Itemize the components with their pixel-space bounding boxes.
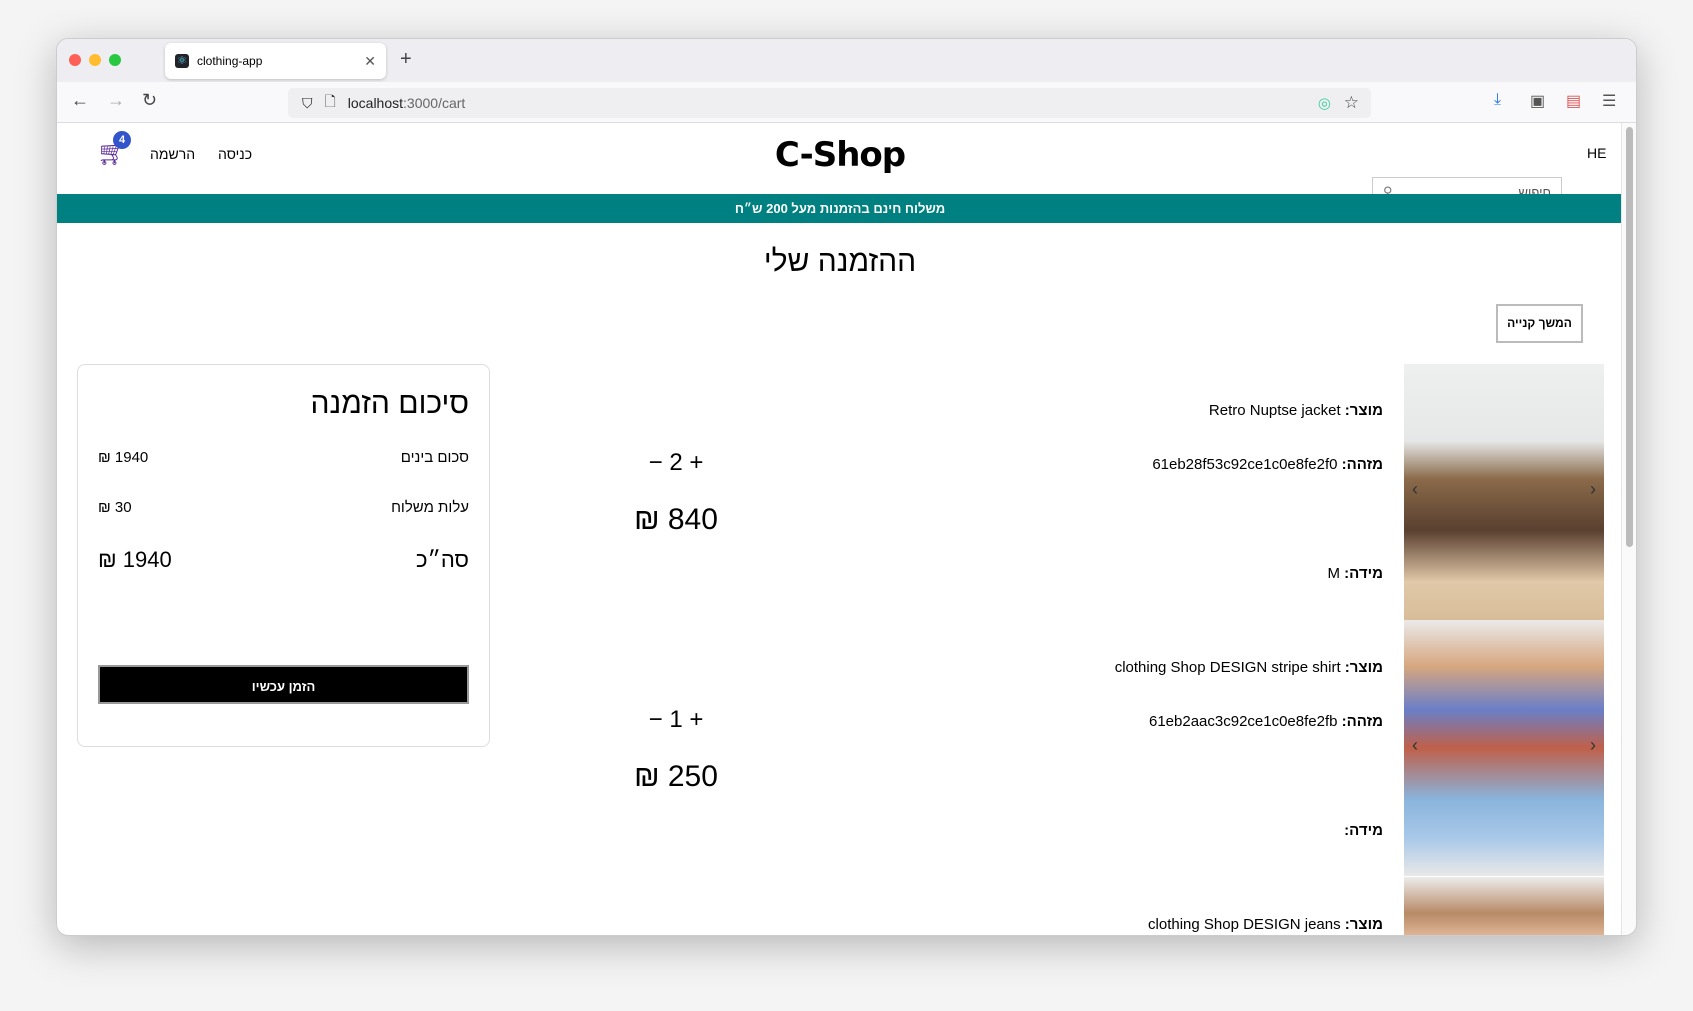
total-label: סה״כ — [416, 547, 469, 572]
total-row: סה״כ 1940 ₪ — [98, 547, 469, 573]
bookmark-star-icon[interactable]: ☆ — [1344, 93, 1359, 113]
url-host: localhost — [347, 95, 404, 111]
menu-icon[interactable]: ☰ — [1602, 91, 1616, 111]
maximize-window-button[interactable] — [109, 54, 121, 66]
chevron-right-icon[interactable]: › — [1590, 479, 1596, 500]
order-summary-card: סיכום הזמנה סכום בינים 1940 ₪ עלות משלוח 3… — [77, 364, 490, 747]
react-icon: ⚛ — [175, 54, 189, 68]
increase-button[interactable]: + — [689, 706, 703, 733]
product-name: מוצר: clothing Shop DESIGN jeans — [1148, 916, 1383, 933]
site-logo[interactable]: C-Shop — [57, 135, 1623, 175]
subtotal-label: סכום בינים — [400, 449, 469, 466]
minimize-window-button[interactable] — [89, 54, 101, 66]
subtotal-row: סכום בינים 1940 ₪ — [98, 449, 469, 466]
product-id-value: 61eb28f53c92ce1c0e8fe2f0 — [1152, 456, 1338, 473]
close-tab-icon[interactable]: ✕ — [364, 53, 376, 70]
product-size: מידה: M — [1327, 565, 1383, 582]
page-icon: 🗋 — [324, 93, 336, 109]
product-name: מוצר: clothing Shop DESIGN stripe shirt — [1115, 659, 1383, 676]
url-path: :3000/cart — [403, 95, 466, 111]
quantity-value: 1 — [669, 706, 683, 733]
id-label: מזהה: — [1341, 713, 1383, 730]
continue-shopping-button[interactable]: המשך קנייה — [1496, 304, 1583, 343]
new-tab-button[interactable]: + — [400, 48, 412, 71]
quantity-value: 2 — [669, 449, 683, 476]
product-size-value: M — [1327, 565, 1340, 582]
product-image-carousel[interactable]: ‹ › — [1404, 620, 1604, 876]
chevron-left-icon[interactable]: ‹ — [1412, 735, 1418, 756]
tab-bar: ⚛ clothing-app ✕ + — [57, 39, 1636, 82]
address-bar[interactable]: ⛉ 🗋 localhost:3000/cart ◎ ☆ — [288, 88, 1371, 118]
id-label: מזהה: — [1341, 456, 1383, 473]
product-label: מוצר: — [1344, 916, 1383, 933]
quantity-stepper: − 2 + — [617, 449, 735, 477]
quantity-stepper: − 1 + — [617, 706, 735, 734]
browser-tab[interactable]: ⚛ clothing-app ✕ — [165, 43, 386, 79]
subtotal-value: 1940 ₪ — [98, 449, 149, 466]
browser-window: ⚛ clothing-app ✕ + ← → ↻ ⛉ 🗋 localhost:3… — [56, 38, 1637, 936]
product-label: מוצר: — [1344, 659, 1383, 676]
chevron-left-icon[interactable]: ‹ — [1412, 479, 1418, 500]
total-value: 1940 ₪ — [98, 547, 172, 572]
forward-icon[interactable]: → — [107, 90, 125, 111]
page-content: 🛒︎ 4 הרשמה כניסה C-Shop חיפוש ⚲ HE משלוח… — [57, 123, 1623, 935]
product-name-value: Retro Nuptse jacket — [1208, 402, 1341, 419]
shield-icon: ⛉ — [302, 94, 313, 111]
product-size: מידה: — [1344, 822, 1383, 839]
extension-icon[interactable]: ◎ — [1318, 94, 1331, 112]
product-name: מוצר: Retro Nuptse jacket — [1209, 402, 1383, 419]
item-price: 840 ₪ — [634, 503, 718, 536]
shipping-label: עלות משלוח — [391, 499, 469, 516]
page-title: ההזמנה שלי — [763, 245, 917, 278]
scrollbar-thumb[interactable] — [1626, 127, 1633, 547]
product-id: מזהה: 61eb28f53c92ce1c0e8fe2f0 — [1152, 456, 1383, 473]
item-price: 250 ₪ — [634, 760, 718, 793]
product-id: מזהה: 61eb2aac3c92ce1c0e8fe2fb — [1149, 713, 1383, 730]
scrollbar[interactable] — [1621, 123, 1636, 935]
order-now-button[interactable]: הזמן עכשיו — [98, 665, 469, 704]
decrease-button[interactable]: − — [649, 706, 663, 733]
tab-title: clothing-app — [197, 54, 263, 68]
decrease-button[interactable]: − — [649, 449, 663, 476]
product-image-carousel[interactable] — [1404, 877, 1604, 935]
product-name-value: clothing Shop DESIGN jeans — [1148, 916, 1341, 933]
chevron-right-icon[interactable]: › — [1590, 735, 1596, 756]
increase-button[interactable]: + — [689, 449, 703, 476]
extension-notes-icon[interactable]: ▤ — [1566, 91, 1581, 111]
language-switch[interactable]: HE — [1587, 145, 1606, 161]
extension-screenshot-icon[interactable]: ▣ — [1530, 91, 1545, 111]
shipping-row: עלות משלוח 30 ₪ — [98, 499, 469, 516]
free-shipping-banner: משלוח חינם בהזמנות מעל 200 ש״ח — [57, 194, 1623, 223]
shipping-value: 30 ₪ — [98, 499, 132, 516]
size-label: מידה: — [1344, 822, 1383, 839]
reload-icon[interactable]: ↻ — [142, 90, 157, 111]
summary-title: סיכום הזמנה — [310, 387, 470, 420]
product-image-carousel[interactable]: ‹ › — [1404, 364, 1604, 620]
close-window-button[interactable] — [69, 54, 81, 66]
product-id-value: 61eb2aac3c92ce1c0e8fe2fb — [1148, 713, 1338, 730]
back-icon[interactable]: ← — [71, 90, 89, 111]
product-label: מוצר: — [1344, 402, 1383, 419]
size-label: מידה: — [1344, 565, 1383, 582]
browser-toolbar: ← → ↻ ⛉ 🗋 localhost:3000/cart ◎ ☆ ⤓ ▣ ▤ … — [57, 82, 1636, 123]
download-icon[interactable]: ⤓ — [1494, 91, 1501, 109]
product-name-value: clothing Shop DESIGN stripe shirt — [1114, 659, 1341, 676]
